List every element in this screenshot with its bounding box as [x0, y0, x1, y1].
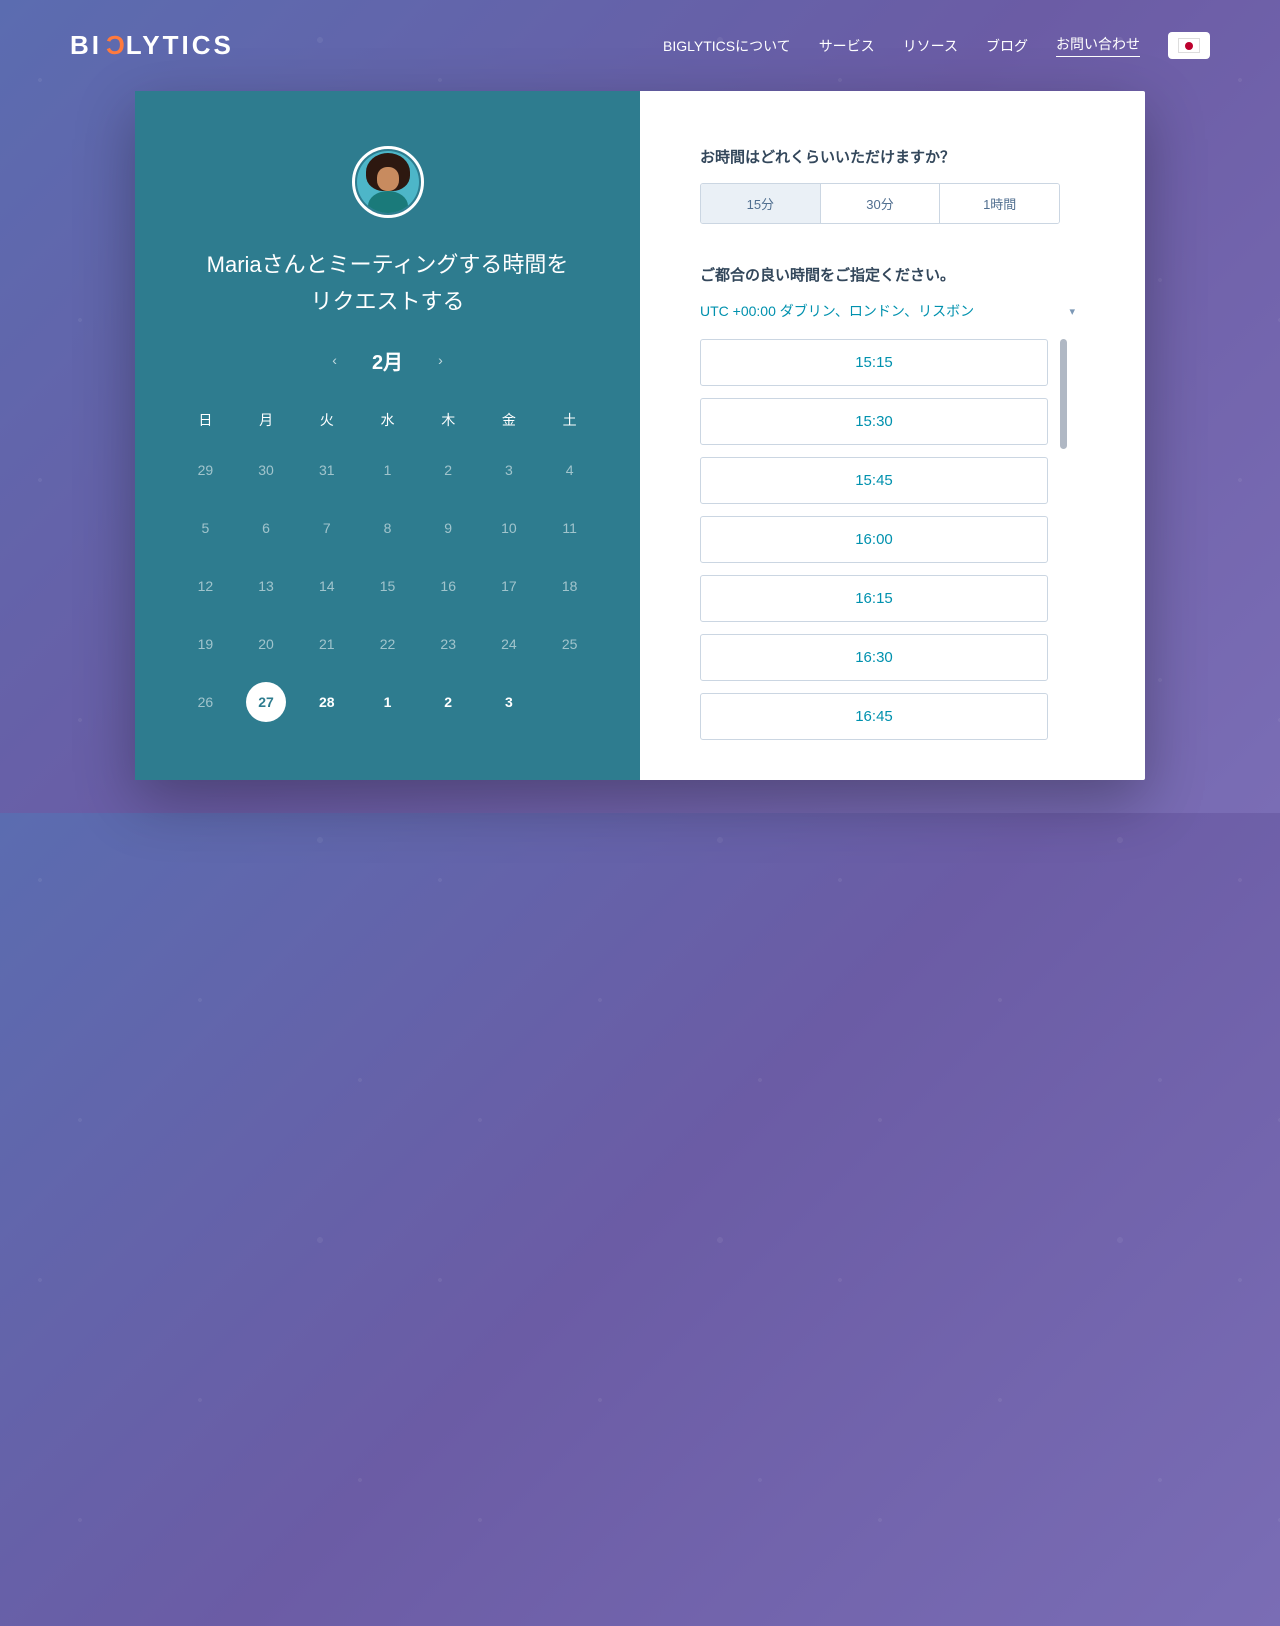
calendar-day[interactable]: 3 — [479, 692, 540, 712]
site-header: BICLYTICS BIGLYTICSについて サービス リソース ブログ お問… — [0, 0, 1280, 91]
meeting-title: Mariaさんとミーティングする時間を リクエストする — [175, 246, 600, 321]
next-month-button[interactable]: › — [438, 352, 443, 368]
nav-resources[interactable]: リソース — [903, 36, 958, 56]
calendar-day[interactable]: 22 — [357, 634, 418, 654]
calendar-panel: Mariaさんとミーティングする時間を リクエストする ‹ 2月 › 日月火水木… — [135, 91, 640, 780]
calendar-day[interactable]: 26 — [175, 692, 236, 712]
duration-1hour[interactable]: 1時間 — [940, 184, 1059, 223]
calendar-day[interactable]: 7 — [296, 518, 357, 538]
calendar-grid: 2930311234567891011121314151617181920212… — [175, 460, 600, 712]
calendar-day[interactable]: 29 — [175, 460, 236, 480]
day-of-week-label: 土 — [539, 410, 600, 430]
main-nav: BIGLYTICSについて サービス リソース ブログ お問い合わせ — [663, 32, 1210, 59]
calendar-day[interactable]: 3 — [479, 460, 540, 480]
duration-buttons: 15分 30分 1時間 — [700, 183, 1060, 224]
calendar-day[interactable]: 5 — [175, 518, 236, 538]
time-slot[interactable]: 16:15 — [700, 575, 1048, 622]
nav-services[interactable]: サービス — [819, 36, 875, 56]
calendar-day[interactable]: 6 — [236, 518, 297, 538]
scrollbar-thumb[interactable] — [1060, 339, 1067, 449]
nav-about[interactable]: BIGLYTICSについて — [663, 36, 791, 56]
calendar-day[interactable]: 16 — [418, 576, 479, 596]
calendar-day[interactable]: 21 — [296, 634, 357, 654]
meeting-title-line2: リクエストする — [175, 283, 600, 320]
calendar-day[interactable]: 24 — [479, 634, 540, 654]
time-slots-list: 15:15 15:30 15:45 16:00 16:15 16:30 16:45 — [700, 339, 1048, 740]
logo-text-suffix: LYTICS — [126, 30, 234, 61]
time-slot[interactable]: 16:30 — [700, 634, 1048, 681]
nav-contact[interactable]: お問い合わせ — [1056, 34, 1140, 57]
time-slot[interactable]: 16:00 — [700, 516, 1048, 563]
calendar-day[interactable]: 8 — [357, 518, 418, 538]
calendar: 日月火水木金土 29303112345678910111213141516171… — [175, 410, 600, 712]
time-panel: お時間はどれくらいいただけますか？ 15分 30分 1時間 ご都合の良い時間をご… — [640, 91, 1145, 780]
day-of-week-label: 火 — [296, 410, 357, 430]
calendar-day[interactable]: 18 — [539, 576, 600, 596]
logo[interactable]: BICLYTICS — [70, 30, 234, 61]
time-slot[interactable]: 15:30 — [700, 398, 1048, 445]
calendar-day[interactable]: 30 — [236, 460, 297, 480]
calendar-day[interactable]: 17 — [479, 576, 540, 596]
chevron-down-icon: ▾ — [1069, 305, 1075, 318]
calendar-day[interactable]: 1 — [357, 460, 418, 480]
language-selector[interactable] — [1168, 32, 1210, 59]
day-of-week-label: 月 — [236, 410, 297, 430]
calendar-day[interactable]: 4 — [539, 460, 600, 480]
calendar-day[interactable]: 14 — [296, 576, 357, 596]
nav-blog[interactable]: ブログ — [986, 36, 1028, 56]
day-of-week-label: 日 — [175, 410, 236, 430]
calendar-day[interactable]: 9 — [418, 518, 479, 538]
flag-japan-icon — [1178, 38, 1200, 53]
calendar-day[interactable]: 11 — [539, 518, 600, 538]
calendar-day[interactable]: 25 — [539, 634, 600, 654]
time-slot-container: 15:15 15:30 15:45 16:00 16:15 16:30 16:45 — [700, 339, 1110, 740]
time-slot[interactable]: 15:15 — [700, 339, 1048, 386]
calendar-day — [539, 692, 600, 712]
calendar-day[interactable]: 19 — [175, 634, 236, 654]
calendar-day[interactable]: 1 — [357, 692, 418, 712]
calendar-day[interactable]: 28 — [296, 692, 357, 712]
time-slot[interactable]: 16:45 — [700, 693, 1048, 740]
calendar-day[interactable]: 15 — [357, 576, 418, 596]
avatar — [352, 146, 424, 218]
calendar-day[interactable]: 27 — [236, 692, 297, 712]
duration-30min[interactable]: 30分 — [821, 184, 941, 223]
duration-15min[interactable]: 15分 — [701, 184, 821, 223]
meeting-scheduler-card: Mariaさんとミーティングする時間を リクエストする ‹ 2月 › 日月火水木… — [135, 91, 1145, 780]
calendar-day[interactable]: 31 — [296, 460, 357, 480]
month-navigator: ‹ 2月 › — [175, 346, 600, 375]
meeting-title-line1: Mariaさんとミーティングする時間を — [175, 246, 600, 283]
scrollbar[interactable] — [1060, 339, 1067, 740]
day-of-week-label: 金 — [479, 410, 540, 430]
time-title: ご都合の良い時間をご指定ください。 — [700, 264, 1110, 285]
month-label: 2月 — [372, 346, 403, 375]
prev-month-button[interactable]: ‹ — [332, 352, 337, 368]
logo-text-prefix: BI — [70, 30, 102, 61]
calendar-day[interactable]: 20 — [236, 634, 297, 654]
duration-title: お時間はどれくらいいただけますか？ — [700, 146, 1110, 167]
logo-accent: C — [103, 30, 125, 61]
day-of-week-label: 水 — [357, 410, 418, 430]
calendar-day[interactable]: 10 — [479, 518, 540, 538]
time-slot[interactable]: 15:45 — [700, 457, 1048, 504]
calendar-day-headers: 日月火水木金土 — [175, 410, 600, 430]
day-of-week-label: 木 — [418, 410, 479, 430]
timezone-label: UTC +00:00 ダブリン、ロンドン、リスボン — [700, 301, 974, 321]
calendar-day[interactable]: 23 — [418, 634, 479, 654]
calendar-day[interactable]: 2 — [418, 692, 479, 712]
timezone-selector[interactable]: UTC +00:00 ダブリン、ロンドン、リスボン ▾ — [700, 301, 1075, 321]
calendar-day[interactable]: 12 — [175, 576, 236, 596]
calendar-day[interactable]: 2 — [418, 460, 479, 480]
calendar-day[interactable]: 13 — [236, 576, 297, 596]
